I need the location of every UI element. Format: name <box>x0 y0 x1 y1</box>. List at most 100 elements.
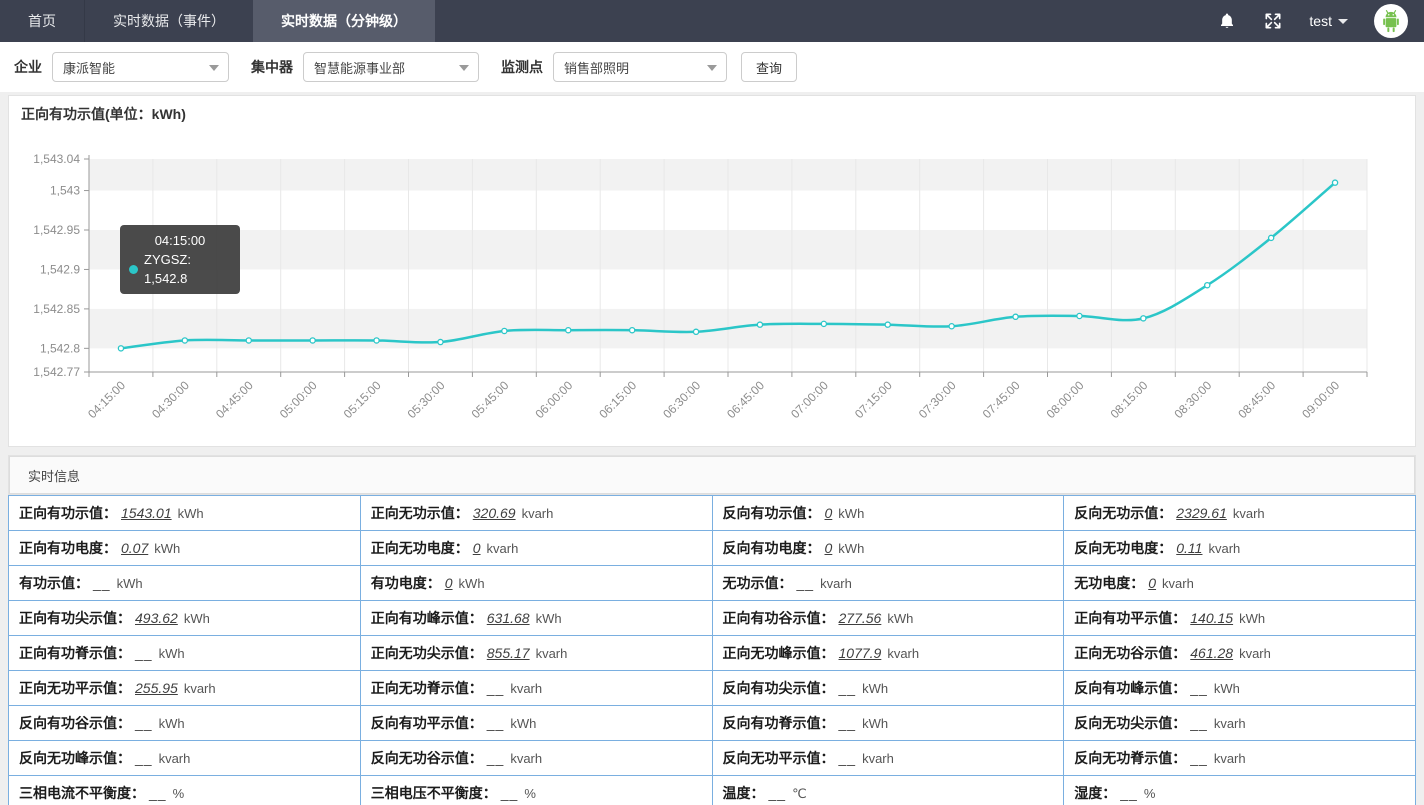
metric-value[interactable]: 0 <box>473 540 481 556</box>
metric-value: __ <box>839 680 857 696</box>
metric-label: 反向有功平示值： <box>371 715 483 731</box>
metric-unit: kWh <box>536 611 562 626</box>
metric-label: 三相电压不平衡度： <box>371 785 497 801</box>
metric-value[interactable]: 631.68 <box>487 610 530 626</box>
data-point-marker <box>885 322 890 327</box>
metric-value[interactable]: 0.07 <box>121 540 148 556</box>
metric-value[interactable]: 0 <box>1148 575 1156 591</box>
metric-cell: 湿度：__% <box>1064 776 1416 805</box>
y-axis-label: 1,543 <box>50 184 80 198</box>
metric-unit: kvarh <box>1233 506 1265 521</box>
metric-cell: 正向有功谷示值：277.56kWh <box>712 601 1064 636</box>
metric-value[interactable]: 1077.9 <box>839 645 882 661</box>
data-point-marker <box>438 339 443 344</box>
metric-label: 反向有功尖示值： <box>723 680 835 696</box>
metric-label: 无功电度： <box>1074 575 1144 591</box>
bell-icon[interactable] <box>1217 11 1237 31</box>
metric-value[interactable]: 277.56 <box>839 610 882 626</box>
metric-value[interactable]: 461.28 <box>1190 645 1233 661</box>
enterprise-select[interactable]: 康派智能 <box>52 52 229 82</box>
metric-label: 有功电度： <box>371 575 441 591</box>
x-axis-label: 05:15:00 <box>341 378 384 421</box>
metric-value: __ <box>501 785 519 801</box>
metric-cell: 正向有功尖示值：493.62kWh <box>9 601 361 636</box>
concentrator-select[interactable]: 智慧能源事业部 <box>303 52 479 82</box>
chevron-down-icon <box>707 65 717 71</box>
metric-label: 正向无功峰示值： <box>723 645 835 661</box>
metric-unit: kvarh <box>1239 646 1271 661</box>
metric-label: 正向有功示值： <box>19 505 117 521</box>
concentrator-selected-value: 智慧能源事业部 <box>314 58 405 77</box>
metric-cell: 有功示值：__kWh <box>9 566 361 601</box>
data-point-marker <box>182 338 187 343</box>
metric-unit: kvarh <box>522 506 554 521</box>
metric-cell: 三相电压不平衡度：__% <box>360 776 712 805</box>
metric-value[interactable]: 255.95 <box>135 680 178 696</box>
realtime-info-title: 实时信息 <box>9 456 1415 494</box>
metric-cell: 反向有功谷示值：__ kWh <box>9 706 361 741</box>
metric-value[interactable]: 320.69 <box>473 505 516 521</box>
metric-label: 正向无功谷示值： <box>1074 645 1186 661</box>
nav-tab-realtime-minute[interactable]: 实时数据（分钟级） <box>253 0 435 42</box>
concentrator-label: 集中器 <box>251 57 293 77</box>
x-axis-label: 04:30:00 <box>149 378 192 421</box>
data-point-marker <box>1141 316 1146 321</box>
fullscreen-expand-icon[interactable] <box>1263 11 1283 31</box>
metric-unit: kWh <box>838 506 864 521</box>
x-axis-label: 07:30:00 <box>916 378 959 421</box>
metric-unit: kWh <box>184 611 210 626</box>
metric-label: 湿度： <box>1074 785 1116 801</box>
metric-value[interactable]: 1543.01 <box>121 505 172 521</box>
metric-label: 正向无功脊示值： <box>371 680 483 696</box>
data-point-marker <box>693 329 698 334</box>
metric-value: __ <box>769 785 787 801</box>
y-axis-label: 1,542.9 <box>40 262 80 276</box>
metric-unit: kvarh <box>159 751 191 766</box>
metric-unit: kWh <box>862 681 888 696</box>
metric-cell: 正向有功电度：0.07kWh <box>9 531 361 566</box>
metric-label: 反向无功峰示值： <box>19 750 131 766</box>
table-row: 正向有功脊示值：__kWh正向无功尖示值：855.17kvarh正向无功峰示值：… <box>9 636 1416 671</box>
line-chart[interactable]: 1,542.771,542.81,542.851,542.91,542.951,… <box>9 96 1415 446</box>
query-button[interactable]: 查询 <box>741 52 797 82</box>
table-row: 正向无功平示值：255.95kvarh正向无功脊示值：__kvarh反向有功尖示… <box>9 671 1416 706</box>
metric-value[interactable]: 0 <box>445 575 453 591</box>
metric-value: __ <box>839 750 857 766</box>
metric-value[interactable]: 0 <box>825 505 833 521</box>
metric-value[interactable]: 140.15 <box>1190 610 1233 626</box>
metric-unit: kWh <box>510 716 536 731</box>
nav-tab-realtime-event[interactable]: 实时数据（事件） <box>84 0 253 42</box>
android-avatar[interactable] <box>1374 4 1408 38</box>
filter-bar: 企业 康派智能 集中器 智慧能源事业部 监测点 销售部照明 查询 <box>0 42 1424 92</box>
metric-value[interactable]: 0.11 <box>1176 540 1202 556</box>
metric-value: __ <box>135 715 153 731</box>
caret-down-icon <box>1338 19 1348 24</box>
y-axis-label: 1,543.04 <box>33 152 80 166</box>
user-menu[interactable]: test <box>1309 13 1348 29</box>
x-axis-label: 06:00:00 <box>532 378 575 421</box>
metric-value: __ <box>487 680 505 696</box>
data-point-marker <box>246 338 251 343</box>
metric-unit: kWh <box>459 576 485 591</box>
monitor-point-select[interactable]: 销售部照明 <box>553 52 727 82</box>
metric-cell: 正向有功示值：1543.01kWh <box>9 496 361 531</box>
metric-value[interactable]: 493.62 <box>135 610 178 626</box>
metric-value[interactable]: 2329.61 <box>1176 505 1227 521</box>
metric-value: __ <box>135 750 153 766</box>
navbar-right: test <box>1217 0 1424 42</box>
data-point-marker <box>1269 235 1274 240</box>
metric-label: 温度： <box>723 785 765 801</box>
x-axis-label: 08:00:00 <box>1044 378 1087 421</box>
metric-unit: kWh <box>159 716 185 731</box>
metric-value[interactable]: 855.17 <box>487 645 530 661</box>
metric-label: 反向有功谷示值： <box>19 715 131 731</box>
enterprise-selected-value: 康派智能 <box>63 58 115 77</box>
x-axis-label: 04:45:00 <box>213 378 256 421</box>
metric-cell: 反向无功脊示值：__kvarh <box>1064 741 1416 776</box>
x-axis-label: 05:45:00 <box>469 378 512 421</box>
nav-tab-home[interactable]: 首页 <box>0 0 84 42</box>
metric-value[interactable]: 0 <box>825 540 833 556</box>
table-row: 反向有功谷示值：__kWh反向有功平示值：__kWh反向有功脊示值：__kWh反… <box>9 706 1416 741</box>
metric-cell: 反向无功电度：0.11kvarh <box>1064 531 1416 566</box>
metric-label: 反向无功尖示值： <box>1074 715 1186 731</box>
